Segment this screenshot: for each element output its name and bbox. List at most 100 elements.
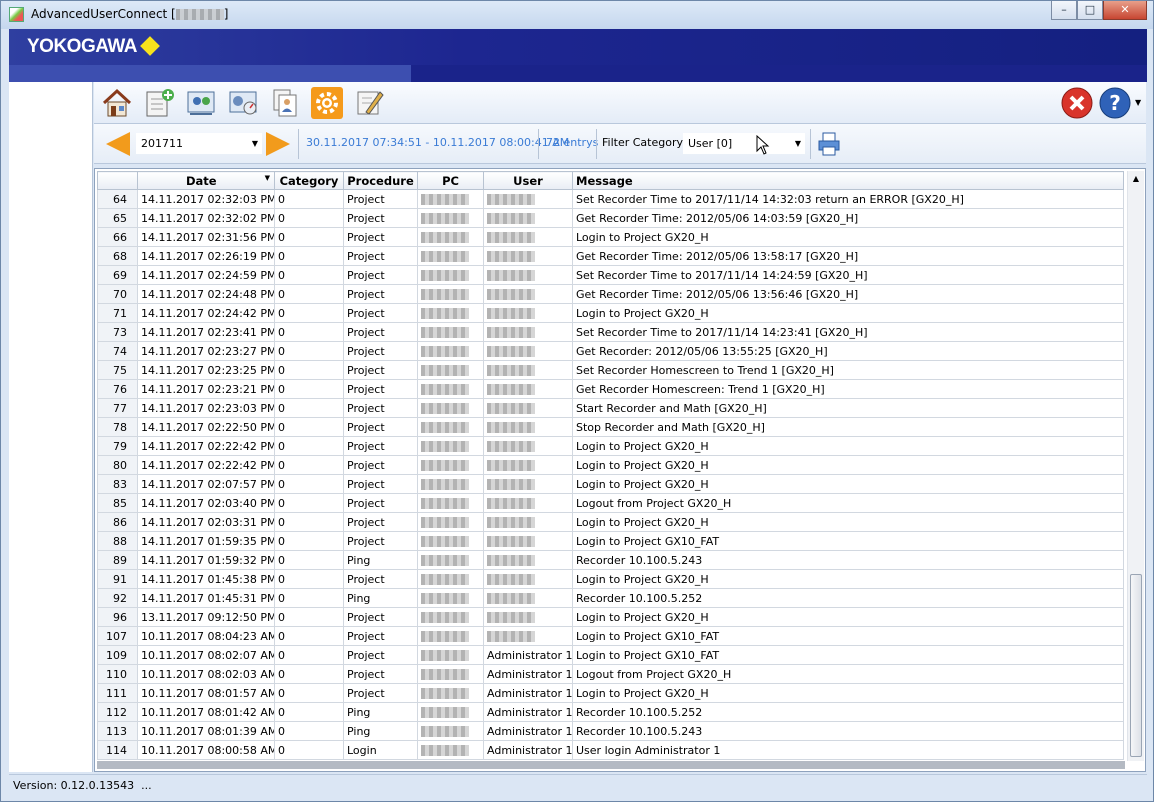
title-bar[interactable]: AdvancedUserConnect [] – □ ✕: [1, 1, 1153, 29]
table-row[interactable]: 113 10.11.2017 08:01:39 AM 0 Ping Administra…: [97, 721, 1124, 741]
exit-button[interactable]: [1060, 86, 1094, 120]
table-row[interactable]: 77 14.11.2017 02:23:03 PM 0 Project Start Re…: [97, 398, 1124, 418]
redacted-text: [421, 213, 469, 224]
cell-pc: [417, 740, 484, 760]
cell-pc: [417, 645, 484, 665]
cell-date: 14.11.2017 02:07:57 PM: [137, 474, 275, 494]
home-button[interactable]: [100, 86, 134, 120]
redacted-text: [421, 403, 469, 414]
cell-message: Login to Project GX10_FAT: [572, 531, 1124, 551]
scroll-up-icon[interactable]: ▲: [1128, 174, 1144, 183]
cell-procedure: Project: [343, 246, 418, 266]
cell-category: 0: [274, 436, 344, 456]
cell-category: 0: [274, 721, 344, 741]
chevron-down-icon: ▼: [794, 139, 801, 148]
table-row[interactable]: 75 14.11.2017 02:23:25 PM 0 Project Set Reco…: [97, 360, 1124, 380]
table-row[interactable]: 114 10.11.2017 08:00:58 AM 0 Login Administr…: [97, 740, 1124, 760]
cell-pc: [417, 189, 484, 209]
table-row[interactable]: 83 14.11.2017 02:07:57 PM 0 Project Login to…: [97, 474, 1124, 494]
table-row[interactable]: 111 10.11.2017 08:01:57 AM 0 Project Adminis…: [97, 683, 1124, 703]
cell-procedure: Project: [343, 303, 418, 323]
column-header-category[interactable]: Category: [274, 171, 344, 190]
cell-message: Get Recorder Time: 2012/05/06 14:03:59 […: [572, 208, 1124, 228]
table-row[interactable]: 73 14.11.2017 02:23:41 PM 0 Project Set Reco…: [97, 322, 1124, 342]
monitor-button[interactable]: [226, 86, 260, 120]
redacted-text: [487, 403, 535, 414]
table-row[interactable]: 91 14.11.2017 01:45:38 PM 0 Project Login to…: [97, 569, 1124, 589]
redacted-text: [421, 365, 469, 376]
app-window: AdvancedUserConnect [] – □ ✕ YOKOGAWA ? …: [0, 0, 1154, 802]
help-button[interactable]: ?: [1098, 86, 1132, 120]
table-row[interactable]: 74 14.11.2017 02:23:27 PM 0 Project Get Reco…: [97, 341, 1124, 361]
print-button[interactable]: [816, 131, 842, 160]
column-header-message[interactable]: Message: [572, 171, 1124, 190]
user-document-button[interactable]: [268, 86, 302, 120]
cell-category: 0: [274, 341, 344, 361]
table-row[interactable]: 69 14.11.2017 02:24:59 PM 0 Project Set Reco…: [97, 265, 1124, 285]
previous-arrow-icon[interactable]: [106, 132, 130, 156]
main-toolbar: ? ▼: [94, 82, 1146, 124]
redacted-text: [421, 422, 469, 433]
period-combo[interactable]: 201711 ▼: [136, 133, 262, 154]
cell-date: 14.11.2017 01:45:31 PM: [137, 588, 275, 608]
table-row[interactable]: 78 14.11.2017 02:22:50 PM 0 Project Stop Rec…: [97, 417, 1124, 437]
close-window-button[interactable]: ✕: [1103, 1, 1147, 20]
table-row[interactable]: 92 14.11.2017 01:45:31 PM 0 Ping Recorder 10…: [97, 588, 1124, 608]
cell-pc: [417, 208, 484, 228]
filter-category-combo[interactable]: User [0] ▼: [683, 133, 805, 154]
column-header-date[interactable]: Date ▼: [137, 171, 275, 190]
table-row[interactable]: 86 14.11.2017 02:03:31 PM 0 Project Login to…: [97, 512, 1124, 532]
help-dropdown-icon[interactable]: ▼: [1135, 98, 1141, 107]
scrollbar-thumb[interactable]: [1130, 574, 1142, 757]
minimize-button[interactable]: –: [1051, 1, 1077, 20]
cell-pc: [417, 512, 484, 532]
cell-message: Logout from Project GX20_H: [572, 664, 1124, 684]
left-pane: [9, 82, 93, 772]
table-row[interactable]: 64 14.11.2017 02:32:03 PM 0 Project Set Reco…: [97, 189, 1124, 209]
version-text: Version: 0.12.0.13543 ...: [13, 779, 152, 792]
cell-procedure: Ping: [343, 721, 418, 741]
table-row[interactable]: 76 14.11.2017 02:23:21 PM 0 Project Get Reco…: [97, 379, 1124, 399]
table-row[interactable]: 71 14.11.2017 02:24:42 PM 0 Project Login to…: [97, 303, 1124, 323]
horizontal-scrollbar[interactable]: [97, 761, 1125, 769]
edit-button[interactable]: [352, 86, 386, 120]
settings-button[interactable]: [310, 86, 344, 120]
maximize-button[interactable]: □: [1077, 1, 1103, 20]
column-header-user[interactable]: User: [483, 171, 573, 190]
cell-procedure: Project: [343, 379, 418, 399]
table-row[interactable]: 68 14.11.2017 02:26:19 PM 0 Project Get Reco…: [97, 246, 1124, 266]
cell-date: 14.11.2017 02:26:19 PM: [137, 246, 275, 266]
cell-pc: [417, 607, 484, 627]
table-row[interactable]: 85 14.11.2017 02:03:40 PM 0 Project Logout f…: [97, 493, 1124, 513]
row-number: 92: [97, 588, 138, 608]
window-title: AdvancedUserConnect []: [31, 7, 229, 21]
row-number: 114: [97, 740, 138, 760]
column-header-pc[interactable]: PC: [417, 171, 484, 190]
table-row[interactable]: 80 14.11.2017 02:22:42 PM 0 Project Login to…: [97, 455, 1124, 475]
cell-category: 0: [274, 664, 344, 684]
new-document-button[interactable]: [142, 86, 176, 120]
table-row[interactable]: 79 14.11.2017 02:22:42 PM 0 Project Login to…: [97, 436, 1124, 456]
network-button[interactable]: [184, 86, 218, 120]
vertical-scrollbar[interactable]: ▲: [1127, 171, 1144, 761]
cell-procedure: Ping: [343, 588, 418, 608]
redacted-text: [421, 745, 469, 756]
redacted-text: [421, 574, 469, 585]
table-row[interactable]: 107 10.11.2017 08:04:23 AM 0 Project Login t…: [97, 626, 1124, 646]
help-question-icon: ?: [1099, 87, 1131, 119]
cell-message: Login to Project GX20_H: [572, 512, 1124, 532]
table-row[interactable]: 109 10.11.2017 08:02:07 AM 0 Project Adminis…: [97, 645, 1124, 665]
table-row[interactable]: 66 14.11.2017 02:31:56 PM 0 Project Login to…: [97, 227, 1124, 247]
row-number: 66: [97, 227, 138, 247]
next-arrow-icon[interactable]: [266, 132, 290, 156]
table-row[interactable]: 112 10.11.2017 08:01:42 AM 0 Ping Administra…: [97, 702, 1124, 722]
table-row[interactable]: 96 13.11.2017 09:12:50 PM 0 Project Login to…: [97, 607, 1124, 627]
table-row[interactable]: 89 14.11.2017 01:59:32 PM 0 Ping Recorder 10…: [97, 550, 1124, 570]
table-row[interactable]: 88 14.11.2017 01:59:35 PM 0 Project Login to…: [97, 531, 1124, 551]
table-row[interactable]: 65 14.11.2017 02:32:02 PM 0 Project Get Reco…: [97, 208, 1124, 228]
table-row[interactable]: 70 14.11.2017 02:24:48 PM 0 Project Get Reco…: [97, 284, 1124, 304]
table-row[interactable]: 110 10.11.2017 08:02:03 AM 0 Project Adminis…: [97, 664, 1124, 684]
new-document-icon: [146, 89, 174, 117]
column-header-procedure[interactable]: Procedure: [343, 171, 418, 190]
row-number: 68: [97, 246, 138, 266]
